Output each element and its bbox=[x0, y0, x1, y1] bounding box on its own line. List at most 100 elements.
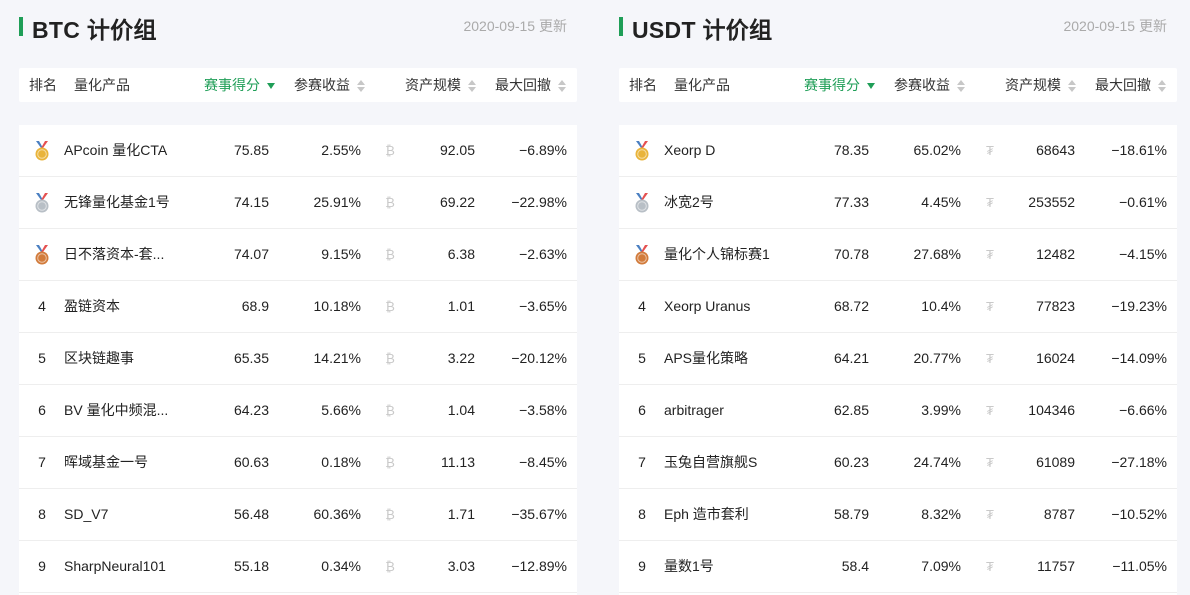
product-name[interactable]: 玉兔自营旗舰S bbox=[664, 437, 784, 488]
table-header: 排名 量化产品 赛事得分 参赛收益 资产规模 最大回撤 bbox=[619, 68, 1177, 102]
coin-icon: ₮ bbox=[986, 455, 994, 470]
table-row[interactable]: APcoin 量化CTA 75.85 2.55% ₿ 92.05 −6.89% bbox=[19, 125, 577, 177]
product-name[interactable]: SharpNeural101 bbox=[64, 541, 184, 592]
col-aum-sort[interactable]: 资产规模 bbox=[405, 68, 476, 102]
product-name[interactable]: 晖域基金一号 bbox=[64, 437, 184, 488]
return-value: 3.99% bbox=[921, 402, 961, 418]
rank-number: 8 bbox=[638, 506, 646, 522]
product-name[interactable]: 日不落资本-套... bbox=[64, 229, 184, 280]
title-accent-bar bbox=[619, 17, 623, 36]
table-row[interactable]: 7 玉兔自营旗舰S 60.23 24.74% ₮ 61089 −27.18% bbox=[619, 437, 1177, 489]
panel-header: BTC 计价组 2020-09-15 更新 bbox=[19, 10, 577, 43]
table-row[interactable]: 6 arbitrager 62.85 3.99% ₮ 104346 −6.66% bbox=[619, 385, 1177, 437]
btc-panel: BTC 计价组 2020-09-15 更新 排名 量化产品 赛事得分 参赛收益 … bbox=[19, 0, 577, 595]
drawdown-value: −4.15% bbox=[1119, 246, 1167, 262]
usdt-panel: USDT 计价组 2020-09-15 更新 排名 量化产品 赛事得分 参赛收益… bbox=[619, 0, 1177, 595]
drawdown-value: −2.63% bbox=[519, 246, 567, 262]
col-return-sort[interactable]: 参赛收益 bbox=[894, 68, 965, 102]
aum-value: 104346 bbox=[1028, 402, 1075, 418]
product-name[interactable]: arbitrager bbox=[664, 385, 784, 436]
table-row[interactable]: 冰宽2号 77.33 4.45% ₮ 253552 −0.61% bbox=[619, 177, 1177, 229]
aum-value: 77823 bbox=[1036, 298, 1075, 314]
col-drawdown-sort[interactable]: 最大回撤 bbox=[495, 68, 566, 102]
table-row[interactable]: 8 Eph 造市套利 58.79 8.32% ₮ 8787 −10.52% bbox=[619, 489, 1177, 541]
table-row[interactable]: 无锋量化基金1号 74.15 25.91% ₿ 69.22 −22.98% bbox=[19, 177, 577, 229]
table-row[interactable]: 5 区块链趣事 65.35 14.21% ₿ 3.22 −20.12% bbox=[19, 333, 577, 385]
table-row[interactable]: 日不落资本-套... 74.07 9.15% ₿ 6.38 −2.63% bbox=[19, 229, 577, 281]
coin-icon: ₮ bbox=[986, 195, 994, 210]
drawdown-value: −19.23% bbox=[1111, 298, 1167, 314]
sort-desc-icon bbox=[867, 83, 875, 90]
col-return-label: 参赛收益 bbox=[894, 77, 950, 93]
coin-icon: ₮ bbox=[986, 247, 994, 262]
drawdown-value: −27.18% bbox=[1111, 454, 1167, 470]
table-body: Xeorp D 78.35 65.02% ₮ 68643 −18.61% 冰宽2号 77.33… bbox=[619, 125, 1177, 595]
panel-header: USDT 计价组 2020-09-15 更新 bbox=[619, 10, 1177, 43]
return-value: 25.91% bbox=[313, 194, 361, 210]
score-value: 58.4 bbox=[841, 558, 869, 574]
coin-icon: ₿ bbox=[385, 403, 395, 418]
return-value: 65.02% bbox=[913, 142, 961, 158]
aum-value: 69.22 bbox=[439, 194, 475, 210]
coin-icon: ₿ bbox=[385, 559, 395, 574]
col-drawdown-sort[interactable]: 最大回撤 bbox=[1095, 68, 1166, 102]
score-value: 62.85 bbox=[833, 402, 869, 418]
aum-value: 1.04 bbox=[447, 402, 475, 418]
aum-value: 8787 bbox=[1043, 506, 1075, 522]
product-name[interactable]: Xeorp Uranus bbox=[664, 281, 784, 332]
score-value: 68.72 bbox=[833, 298, 869, 314]
rank-number: 4 bbox=[638, 298, 646, 314]
product-name[interactable]: 量数1号 bbox=[664, 541, 784, 592]
table-row[interactable]: 7 晖域基金一号 60.63 0.18% ₿ 11.13 −8.45% bbox=[19, 437, 577, 489]
product-name[interactable]: Eph 造市套利 bbox=[664, 489, 784, 540]
col-return-sort[interactable]: 参赛收益 bbox=[294, 68, 365, 102]
coin-icon: ₿ bbox=[385, 143, 395, 158]
col-score-label: 赛事得分 bbox=[804, 77, 860, 93]
drawdown-value: −12.89% bbox=[511, 558, 567, 574]
drawdown-value: −22.98% bbox=[511, 194, 567, 210]
drawdown-value: −8.45% bbox=[519, 454, 567, 470]
product-name[interactable]: Xeorp D bbox=[664, 125, 784, 176]
table-row[interactable]: 5 APS量化策略 64.21 20.77% ₮ 16024 −14.09% bbox=[619, 333, 1177, 385]
aum-value: 68643 bbox=[1036, 142, 1075, 158]
product-name[interactable]: 区块链趣事 bbox=[64, 333, 184, 384]
product-name[interactable]: 盈链资本 bbox=[64, 281, 184, 332]
table-row[interactable]: 4 Xeorp Uranus 68.72 10.4% ₮ 77823 −19.23% bbox=[619, 281, 1177, 333]
product-name[interactable]: APcoin 量化CTA bbox=[64, 125, 184, 176]
col-score-sort[interactable]: 赛事得分 bbox=[804, 68, 875, 102]
table-row[interactable]: 9 量数1号 58.4 7.09% ₮ 11757 −11.05% bbox=[619, 541, 1177, 593]
sort-icon bbox=[1158, 80, 1166, 93]
rank-number: 5 bbox=[38, 350, 46, 366]
table-row[interactable]: 8 SD_V7 56.48 60.36% ₿ 1.71 −35.67% bbox=[19, 489, 577, 541]
aum-value: 253552 bbox=[1028, 194, 1075, 210]
table-row[interactable]: 4 盈链资本 68.9 10.18% ₿ 1.01 −3.65% bbox=[19, 281, 577, 333]
coin-icon: ₿ bbox=[385, 455, 395, 470]
return-value: 4.45% bbox=[921, 194, 961, 210]
table-row[interactable]: Xeorp D 78.35 65.02% ₮ 68643 −18.61% bbox=[619, 125, 1177, 177]
title-accent-bar bbox=[19, 17, 23, 36]
return-value: 0.18% bbox=[321, 454, 361, 470]
product-name[interactable]: BV 量化中频混... bbox=[64, 385, 184, 436]
product-name[interactable]: 量化个人锦标赛1 bbox=[664, 229, 784, 280]
table-row[interactable]: 6 BV 量化中频混... 64.23 5.66% ₿ 1.04 −3.58% bbox=[19, 385, 577, 437]
panel-title: BTC 计价组 bbox=[32, 17, 157, 43]
col-score-label: 赛事得分 bbox=[204, 77, 260, 93]
return-value: 60.36% bbox=[313, 506, 361, 522]
table-row[interactable]: 9 SharpNeural101 55.18 0.34% ₿ 3.03 −12.89% bbox=[19, 541, 577, 593]
aum-value: 1.71 bbox=[447, 506, 475, 522]
col-aum-sort[interactable]: 资产规模 bbox=[1005, 68, 1076, 102]
return-value: 24.74% bbox=[913, 454, 961, 470]
product-name[interactable]: SD_V7 bbox=[64, 489, 184, 540]
coin-icon: ₿ bbox=[385, 299, 395, 314]
return-value: 7.09% bbox=[921, 558, 961, 574]
coin-icon: ₿ bbox=[385, 507, 395, 522]
table-row[interactable]: 量化个人锦标赛1 70.78 27.68% ₮ 12482 −4.15% bbox=[619, 229, 1177, 281]
product-name[interactable]: 无锋量化基金1号 bbox=[64, 177, 184, 228]
col-score-sort[interactable]: 赛事得分 bbox=[204, 68, 275, 102]
coin-icon: ₮ bbox=[986, 299, 994, 314]
drawdown-value: −3.65% bbox=[519, 298, 567, 314]
bronze-medal-icon bbox=[633, 245, 651, 265]
product-name[interactable]: APS量化策略 bbox=[664, 333, 784, 384]
sort-icon bbox=[558, 80, 566, 93]
product-name[interactable]: 冰宽2号 bbox=[664, 177, 784, 228]
